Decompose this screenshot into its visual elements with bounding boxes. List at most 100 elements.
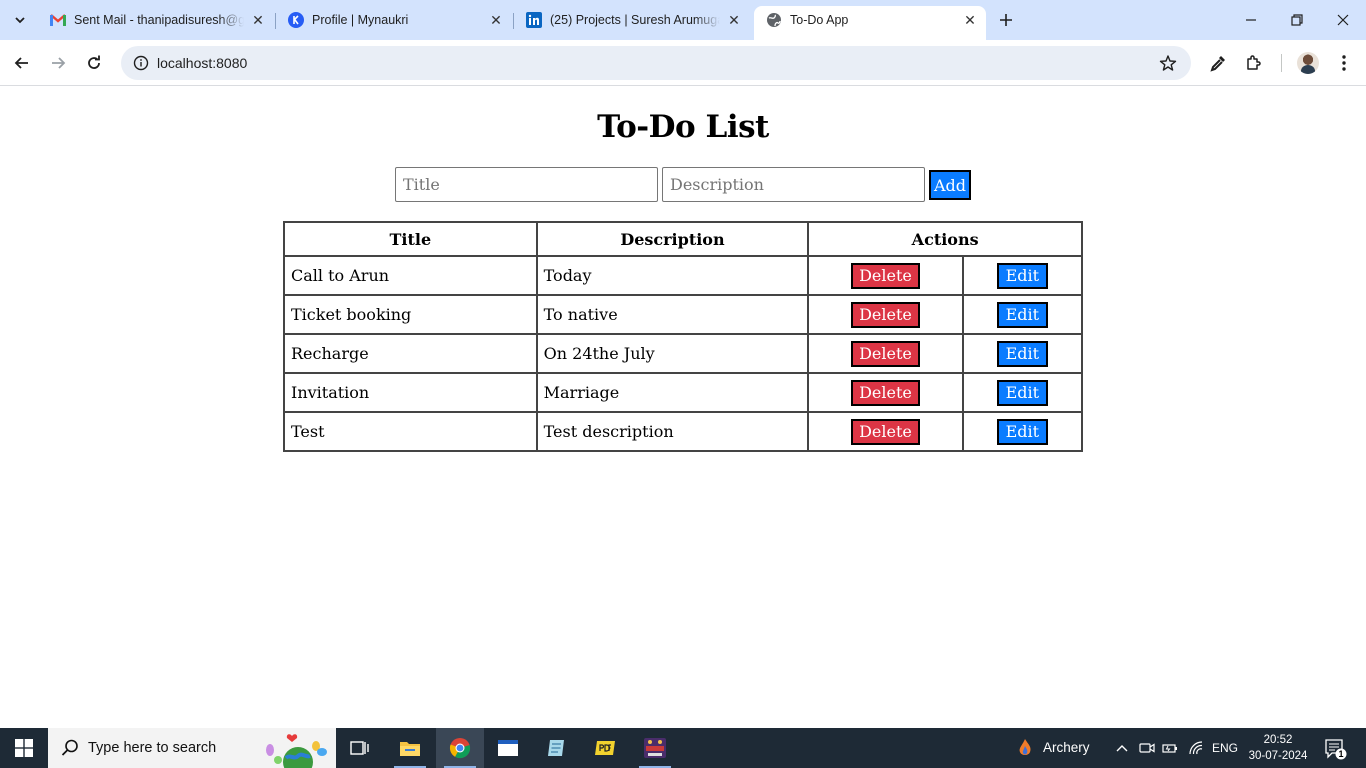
tab-linkedin[interactable]: (25) Projects | Suresh Arumugam ✕ xyxy=(514,6,750,34)
table-header-row: Title Description Actions xyxy=(283,221,1083,257)
site-info-icon[interactable] xyxy=(129,51,153,75)
row-title: Invitation xyxy=(283,372,538,413)
file-explorer-button[interactable] xyxy=(386,728,434,768)
tab-search-button[interactable] xyxy=(6,6,34,34)
linkedin-icon xyxy=(526,12,542,28)
edit-button[interactable]: Edit xyxy=(996,379,1049,406)
column-header-description: Description xyxy=(535,221,810,257)
tab-title: To-Do App xyxy=(790,13,849,27)
taskbar-search-box[interactable]: Type here to search xyxy=(48,728,336,768)
edit-cell: Edit xyxy=(961,372,1084,413)
kebab-menu-icon xyxy=(1342,55,1346,71)
battery-icon[interactable] xyxy=(1161,739,1179,757)
notification-center-button[interactable]: 1 xyxy=(1320,736,1350,760)
tab-todo-app[interactable]: To-Do App ✕ xyxy=(754,6,986,40)
windows-taskbar: Type here to search Archery ENG 20:52 30… xyxy=(0,728,1366,768)
delete-cell: Delete xyxy=(807,294,964,335)
plus-icon xyxy=(1000,14,1012,26)
chrome-icon xyxy=(449,738,471,759)
arrow-left-icon xyxy=(14,57,28,69)
language-indicator[interactable]: ENG xyxy=(1212,741,1238,755)
edit-button[interactable]: Edit xyxy=(996,340,1049,367)
toolbar-divider xyxy=(1281,54,1282,72)
pdf-icon xyxy=(595,741,615,755)
tab-title: Profile | Mynaukri xyxy=(312,13,409,27)
delete-button[interactable]: Delete xyxy=(851,301,920,328)
naukri-icon xyxy=(288,12,304,28)
eyedropper-extension-button[interactable] xyxy=(1205,50,1231,76)
url-text[interactable]: localhost:8080 xyxy=(157,55,247,71)
add-button[interactable]: Add xyxy=(929,170,971,200)
back-button[interactable] xyxy=(6,47,38,79)
column-header-title: Title xyxy=(283,221,538,257)
close-icon xyxy=(1337,14,1349,26)
edit-button[interactable]: Edit xyxy=(996,418,1049,445)
search-placeholder: Type here to search xyxy=(88,740,217,756)
new-tab-button[interactable] xyxy=(994,8,1018,32)
delete-button[interactable]: Delete xyxy=(851,379,920,406)
row-title: Call to Arun xyxy=(283,255,538,296)
search-highlight-illustration-icon xyxy=(266,734,327,768)
reload-icon xyxy=(88,55,100,69)
game-app-button[interactable] xyxy=(631,728,679,768)
close-tab-icon[interactable]: ✕ xyxy=(486,10,506,30)
close-tab-icon[interactable]: ✕ xyxy=(960,10,980,30)
browser-tab-strip: Sent Mail - thanipadisuresh@gmail.com ✕ … xyxy=(0,0,1366,40)
forward-button[interactable] xyxy=(42,47,74,79)
table-row: Call to Arun Today Delete Edit xyxy=(283,255,1084,296)
title-input[interactable] xyxy=(395,167,658,202)
close-tab-icon[interactable]: ✕ xyxy=(248,10,268,30)
notes-icon xyxy=(548,740,564,756)
delete-button[interactable]: Delete xyxy=(851,340,920,367)
clock-time: 20:52 xyxy=(1263,734,1293,746)
weather-label[interactable]: Archery xyxy=(1043,740,1090,755)
edit-button[interactable]: Edit xyxy=(996,262,1049,289)
edit-cell: Edit xyxy=(961,255,1084,296)
start-button[interactable] xyxy=(0,728,48,768)
description-input[interactable] xyxy=(662,167,925,202)
browser-toolbar: localhost:8080 xyxy=(0,40,1366,86)
bookmark-star-icon[interactable] xyxy=(1157,52,1179,74)
arrow-right-icon xyxy=(52,57,66,69)
delete-cell: Delete xyxy=(807,255,964,296)
window-app-button[interactable] xyxy=(484,728,532,768)
row-description: Today xyxy=(535,255,810,296)
close-tab-icon[interactable]: ✕ xyxy=(724,10,744,30)
reload-button[interactable] xyxy=(78,47,110,79)
weather-icon[interactable] xyxy=(1015,738,1035,758)
notes-app-button[interactable] xyxy=(533,728,581,768)
tab-naukri[interactable]: Profile | Mynaukri ✕ xyxy=(276,6,512,34)
taskbar-clock[interactable]: 20:52 30-07-2024 xyxy=(1243,732,1313,764)
address-bar[interactable]: localhost:8080 xyxy=(121,46,1191,80)
row-title: Ticket booking xyxy=(283,294,538,335)
restore-button[interactable] xyxy=(1274,0,1320,40)
minimize-button[interactable] xyxy=(1228,0,1274,40)
restore-icon xyxy=(1291,14,1303,26)
wifi-icon[interactable] xyxy=(1187,739,1205,757)
extensions-button[interactable] xyxy=(1241,50,1267,76)
delete-cell: Delete xyxy=(807,372,964,413)
tab-gmail[interactable]: Sent Mail - thanipadisuresh@gmail.com ✕ xyxy=(38,6,274,34)
profile-avatar[interactable] xyxy=(1297,52,1319,74)
row-description: On 24the July xyxy=(535,333,810,374)
edit-cell: Edit xyxy=(961,411,1084,452)
row-description: Test description xyxy=(535,411,810,452)
edit-button[interactable]: Edit xyxy=(996,301,1049,328)
search-icon xyxy=(61,739,78,756)
table-row: Invitation Marriage Delete Edit xyxy=(283,372,1084,413)
chrome-taskbar-button[interactable] xyxy=(436,728,484,768)
window-icon xyxy=(498,740,518,756)
column-header-actions: Actions xyxy=(807,221,1083,257)
table-row: Recharge On 24the July Delete Edit xyxy=(283,333,1084,374)
task-view-button[interactable] xyxy=(336,728,384,768)
close-window-button[interactable] xyxy=(1320,0,1366,40)
show-hidden-icons-button[interactable] xyxy=(1113,739,1131,757)
delete-cell: Delete xyxy=(807,333,964,374)
pdf-app-button[interactable] xyxy=(582,728,630,768)
meet-now-icon[interactable] xyxy=(1138,739,1156,757)
delete-button[interactable]: Delete xyxy=(851,418,920,445)
globe-icon xyxy=(766,12,782,28)
minimize-icon xyxy=(1246,19,1256,21)
delete-button[interactable]: Delete xyxy=(851,262,920,289)
browser-menu-button[interactable] xyxy=(1331,50,1357,76)
